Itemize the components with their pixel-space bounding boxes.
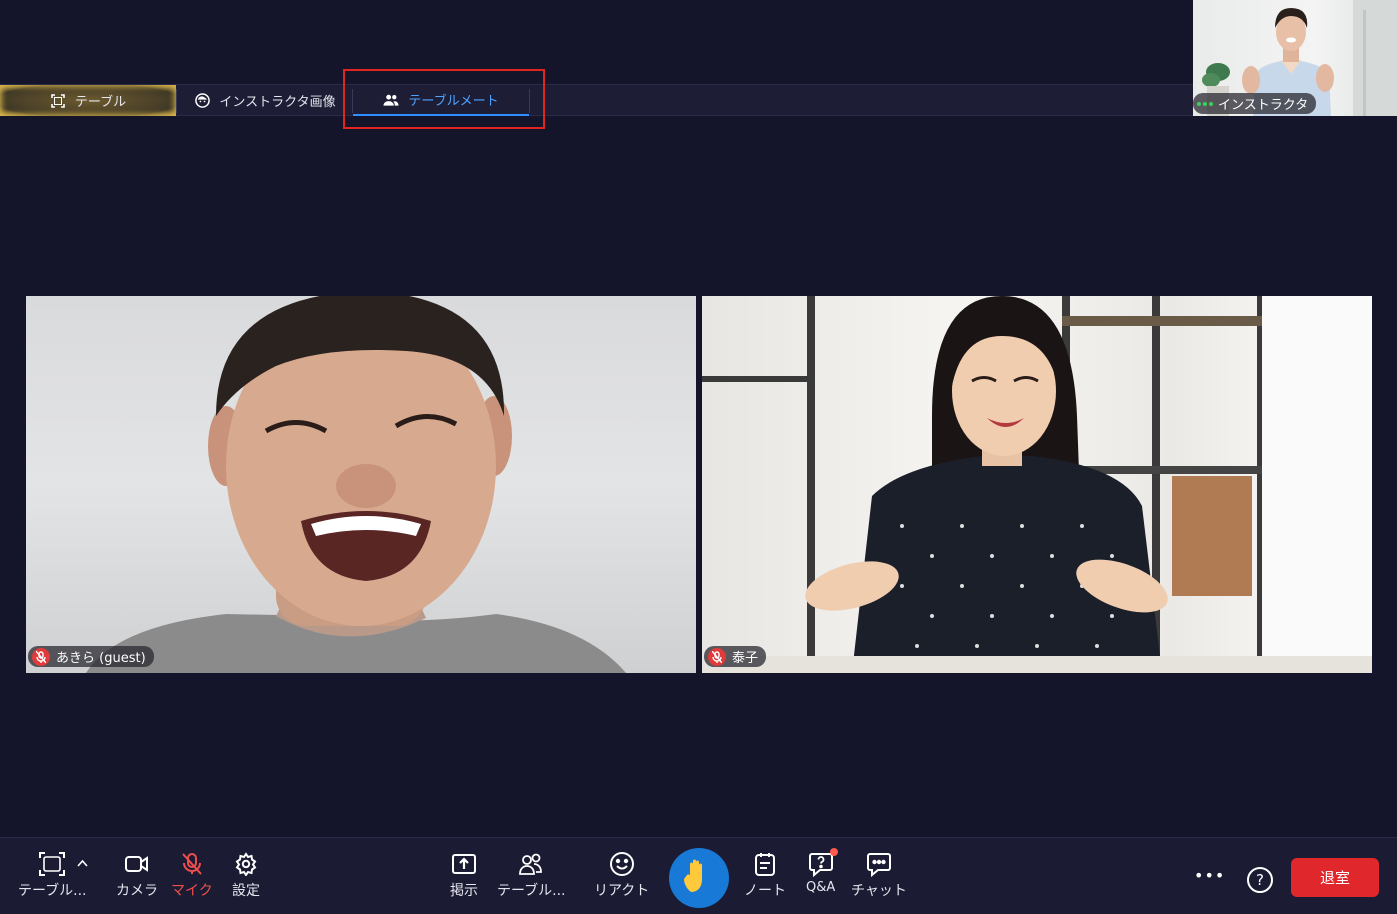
tab-label: インストラクタ画像 — [219, 95, 336, 110]
table-view-label: テーブル... — [18, 883, 87, 899]
tab-table[interactable]: テーブル — [0, 85, 176, 116]
tab-label: テーブルメート — [408, 94, 499, 109]
note-button[interactable]: ノート — [744, 850, 786, 900]
raise-hand-button[interactable] — [669, 848, 729, 908]
settings-button[interactable]: 設定 — [232, 850, 260, 900]
bottom-toolbar: テーブル... カメラ マイク 設定 掲示 テーブル... リアクト ノート Q… — [0, 837, 1397, 914]
gear-icon — [232, 850, 260, 878]
camera-icon — [123, 850, 151, 878]
mic-label: マイク — [171, 883, 213, 899]
instructor-name-tag: インストラクタ — [1193, 93, 1317, 114]
view-tab-bar: テーブル インストラクタ画像 テーブルメート — [0, 84, 1397, 116]
tab-instructor-image[interactable]: インストラクタ画像 — [178, 85, 352, 116]
mic-muted-icon — [32, 647, 50, 666]
tab-divider — [176, 89, 177, 113]
tab-tablemates[interactable]: テーブルメート — [353, 85, 529, 116]
note-icon — [751, 850, 779, 878]
post-label: 掲示 — [450, 883, 478, 899]
more-options-button[interactable]: ••• — [1194, 866, 1225, 885]
reaction-label: リアクト — [594, 883, 650, 899]
video-tile-akira[interactable]: あきら (guest) — [26, 296, 696, 673]
participant-photo-taiko — [702, 296, 1372, 673]
camera-button[interactable]: カメラ — [116, 850, 158, 900]
post-button[interactable]: 掲示 — [450, 850, 478, 900]
instructor-video[interactable]: インストラクタ — [1193, 0, 1397, 116]
mic-muted-icon — [708, 647, 726, 666]
tab-label: テーブル — [74, 95, 127, 110]
people-icon — [517, 850, 545, 878]
tablemates-button[interactable]: テーブル... — [497, 850, 566, 900]
instructor-name: インストラクタ — [1218, 98, 1309, 113]
notification-badge — [830, 848, 838, 856]
chat-button[interactable]: チャット — [851, 850, 907, 900]
leave-button[interactable]: 退室 — [1291, 858, 1379, 897]
tab-divider — [529, 89, 530, 113]
mic-button[interactable]: マイク — [171, 850, 213, 900]
help-label: ? — [1256, 871, 1264, 889]
raise-hand-icon — [682, 858, 716, 898]
participant-name-tag: あきら (guest) — [28, 646, 154, 667]
signal-icon — [1197, 101, 1213, 106]
participant-name: 泰子 — [732, 651, 759, 666]
face-icon — [194, 93, 210, 109]
more-label: ••• — [1194, 866, 1226, 885]
leave-label: 退室 — [1319, 869, 1350, 887]
chat-bubble-icon — [865, 850, 893, 878]
chevron-up-icon[interactable] — [77, 852, 88, 871]
share-screen-icon — [450, 850, 478, 878]
qa-label: Q&A — [806, 880, 836, 895]
help-button[interactable]: ? — [1247, 867, 1273, 893]
smile-icon — [608, 850, 636, 878]
settings-label: 設定 — [232, 883, 260, 899]
reaction-button[interactable]: リアクト — [594, 850, 649, 900]
camera-label: カメラ — [116, 883, 158, 899]
note-label: ノート — [744, 883, 786, 899]
chat-label: チャット — [851, 883, 907, 899]
participant-photo-akira — [86, 296, 626, 673]
focus-frame-icon — [38, 850, 66, 878]
participant-name: あきら (guest) — [56, 651, 146, 666]
mic-muted-icon — [178, 850, 206, 878]
qa-button[interactable]: Q&A — [806, 850, 835, 895]
people-icon — [383, 92, 399, 108]
tablemates-label: テーブル... — [497, 883, 566, 899]
focus-frame-icon — [50, 93, 66, 109]
participant-name-tag: 泰子 — [704, 646, 767, 667]
video-tile-taiko[interactable]: 泰子 — [702, 296, 1372, 673]
